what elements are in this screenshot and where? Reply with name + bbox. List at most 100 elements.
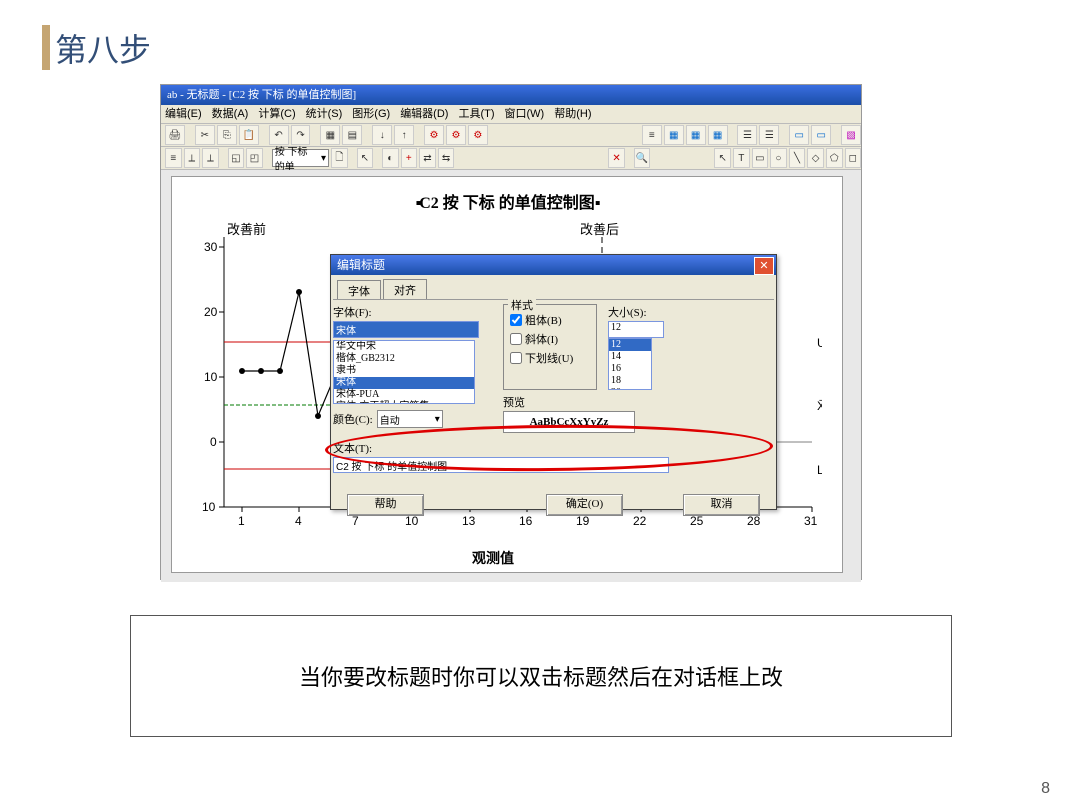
tb-icon-2[interactable]: ▤ [342, 125, 362, 145]
underline-checkbox[interactable]: 下划线(U) [510, 350, 590, 366]
svg-text:4: 4 [295, 514, 302, 527]
caption-box: 当你要改标题时你可以双击标题然后在对话框上改 [130, 615, 952, 737]
chart-section-right: 改善后 [580, 219, 619, 238]
poly2-icon[interactable]: ⬠ [826, 148, 843, 168]
menu-editor[interactable]: 编辑器(D) [400, 105, 448, 123]
menu-calc[interactable]: 计算(C) [258, 105, 295, 123]
dialog-tabs: 字体 对齐 [331, 275, 776, 299]
tb2-icon-2[interactable]: ⟂ [184, 148, 201, 168]
menu-help[interactable]: 帮助(H) [554, 105, 591, 123]
text-icon[interactable]: T [733, 148, 750, 168]
tb-icon-7[interactable]: ⚙ [468, 125, 488, 145]
tb2-icon-7[interactable]: ◐ [382, 148, 399, 168]
copy-icon[interactable]: ⎘ [217, 125, 237, 145]
x-axis-label: 观测值 [472, 548, 514, 568]
size-label: 大小(S): [608, 304, 664, 320]
tb2-icon-9[interactable]: ⇄ [419, 148, 436, 168]
undo-icon[interactable]: ↶ [269, 125, 289, 145]
svg-text:20: 20 [204, 305, 218, 319]
tb-icon-3[interactable]: ↓ [372, 125, 392, 145]
svg-text:UCL=15.30: UCL=15.30 [817, 336, 822, 350]
tb-icon-4[interactable]: ↑ [394, 125, 414, 145]
tb-icon-5[interactable]: ⚙ [424, 125, 444, 145]
tb2-icon-6[interactable]: 🗋 [331, 148, 348, 168]
chart-section-left: 改善前 [227, 219, 266, 238]
menu-edit[interactable]: 编辑(E) [165, 105, 202, 123]
tb-icon-16[interactable]: ▧ [841, 125, 861, 145]
marker-icon[interactable]: ◻ [845, 148, 862, 168]
tb-icon-1[interactable]: ▦ [320, 125, 340, 145]
tb2-icon-3[interactable]: ⟂ [202, 148, 219, 168]
svg-text:-10: -10 [202, 500, 216, 514]
size-input[interactable]: 12 [608, 321, 664, 338]
circle-icon[interactable]: ○ [770, 148, 787, 168]
cut-icon[interactable]: ✂ [195, 125, 215, 145]
tb-icon-9[interactable]: ▦ [664, 125, 684, 145]
style-legend: 样式 [508, 297, 536, 313]
tb-icon-10[interactable]: ▦ [686, 125, 706, 145]
menu-stat[interactable]: 统计(S) [306, 105, 343, 123]
svg-text:X̄ =5.61: X̄ =5.61 [817, 399, 822, 413]
slide-title: 第八步 [55, 25, 151, 71]
tab-align[interactable]: 对齐 [383, 279, 427, 299]
cancel-button[interactable]: 取消 [683, 494, 760, 516]
select-icon[interactable]: ↖ [714, 148, 731, 168]
tb2-icon-8[interactable]: + [401, 148, 418, 168]
chart-title[interactable]: C2 按 下标 的单值控制图 [416, 189, 599, 213]
svg-text:1: 1 [238, 514, 245, 527]
accent-bar [42, 25, 50, 70]
page-number: 8 [1041, 780, 1050, 798]
pointer-icon[interactable]: ↖ [357, 148, 374, 168]
dialog-buttons: 帮助 确定(O) 取消 [331, 488, 776, 522]
redo-icon[interactable]: ↷ [291, 125, 311, 145]
print-icon[interactable]: 🖨 [165, 125, 185, 145]
line-icon[interactable]: ╲ [789, 148, 806, 168]
edit-title-dialog: 编辑标题 ✕ 字体 对齐 字体(F): 宋体 华文中宋 楷体_GB2312 隶书… [330, 254, 777, 510]
bold-checkbox[interactable]: 粗体(B) [510, 312, 590, 328]
dialog-titlebar[interactable]: 编辑标题 ✕ [331, 255, 776, 275]
toolbar-2: ≡ ⟂ ⟂ ◱ ◰ 按 下标 的单 ▾ 🗋 ↖ ◐ + ⇄ ⇆ ✕ 🔍 ↖ T … [161, 147, 861, 170]
style-group: 样式 粗体(B) 斜体(I) 下划线(U) [503, 304, 597, 390]
svg-text:10: 10 [204, 370, 218, 384]
tb-icon-6[interactable]: ⚙ [446, 125, 466, 145]
rect-icon[interactable]: ▭ [752, 148, 769, 168]
tb-icon-15[interactable]: ▭ [811, 125, 831, 145]
poly-icon[interactable]: ◇ [807, 148, 824, 168]
tb-icon-14[interactable]: ▭ [789, 125, 809, 145]
tb2-icon-1[interactable]: ≡ [165, 148, 182, 168]
color-label: 颜色(C): [333, 411, 373, 427]
menu-tools[interactable]: 工具(T) [458, 105, 494, 123]
tb-icon-12[interactable]: ☰ [737, 125, 757, 145]
svg-text:0: 0 [210, 435, 217, 449]
zoom-icon[interactable]: 🔍 [634, 148, 651, 168]
menu-data[interactable]: 数据(A) [212, 105, 249, 123]
italic-checkbox[interactable]: 斜体(I) [510, 331, 590, 347]
tb-icon-11[interactable]: ▦ [708, 125, 728, 145]
menu-window[interactable]: 窗口(W) [505, 105, 545, 123]
title-text-input[interactable] [333, 457, 669, 473]
graph-name-dropdown[interactable]: 按 下标 的单 ▾ [272, 149, 329, 167]
font-label: 字体(F): [333, 304, 479, 320]
tb2-icon-10[interactable]: ⇆ [438, 148, 455, 168]
tb2-icon-4[interactable]: ◱ [228, 148, 245, 168]
close-icon[interactable]: ✕ [608, 148, 625, 168]
dialog-body: 字体(F): 宋体 华文中宋 楷体_GB2312 隶书 宋体 宋体-PUA 宋体… [333, 299, 774, 488]
dialog-close-button[interactable]: ✕ [754, 257, 774, 275]
tb-icon-13[interactable]: ☰ [759, 125, 779, 145]
text-label: 文本(T): [333, 440, 669, 456]
app-titlebar: ab - 无标题 - [C2 按 下标 的单值控制图] [161, 85, 861, 105]
preview-box: AaBbCcXxYyZz [503, 411, 635, 433]
tb2-icon-5[interactable]: ◰ [246, 148, 263, 168]
font-listbox[interactable]: 华文中宋 楷体_GB2312 隶书 宋体 宋体-PUA 宋体-方正超大字符集 新… [333, 340, 475, 404]
tb-icon-8[interactable]: ≡ [642, 125, 662, 145]
font-input[interactable]: 宋体 [333, 321, 479, 338]
svg-text:31: 31 [804, 514, 818, 527]
size-listbox[interactable]: 12 14 16 18 20 [608, 338, 652, 390]
menu-graph[interactable]: 图形(G) [352, 105, 390, 123]
tab-font[interactable]: 字体 [337, 280, 381, 300]
app-menubar: 编辑(E) 数据(A) 计算(C) 统计(S) 图形(G) 编辑器(D) 工具(… [161, 105, 861, 124]
paste-icon[interactable]: 📋 [239, 125, 259, 145]
ok-button[interactable]: 确定(O) [546, 494, 623, 516]
color-select[interactable]: 自动▾ [377, 410, 443, 428]
help-button[interactable]: 帮助 [347, 494, 424, 516]
